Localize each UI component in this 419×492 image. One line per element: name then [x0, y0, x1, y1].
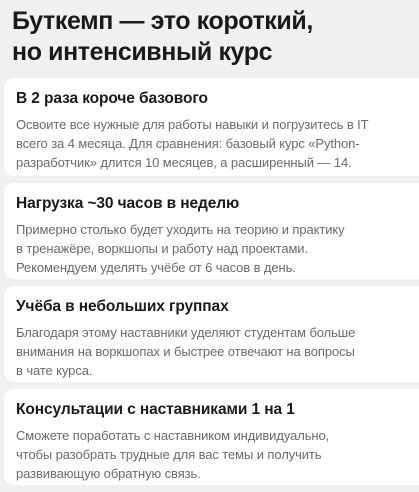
- feature-card-description: Примерно столько будет уходить на теорию…: [16, 220, 419, 277]
- feature-card-description-line: развивающую обратную связь.: [16, 466, 201, 481]
- feature-card-weekly-load: Нагрузка ~30 часов в неделю Примерно сто…: [4, 183, 419, 279]
- feature-card-description-line: Благодаря этому наставники уделяют студе…: [16, 325, 356, 340]
- feature-card-mentor-consultations: Консультации с наставниками 1 на 1 Сможе…: [4, 389, 419, 485]
- feature-card-description-line: в тренажёре, воркшопы и работу над проек…: [16, 241, 308, 256]
- feature-card-title: Учёба в небольших группах: [16, 298, 229, 315]
- feature-card-title: Консультации с наставниками 1 на 1: [16, 401, 295, 418]
- feature-card-title: В 2 раза короче базового: [16, 90, 208, 107]
- feature-card-description-line: Освоите все нужные для работы навыки и п…: [16, 117, 369, 132]
- feature-card-title: Нагрузка ~30 часов в неделю: [16, 195, 240, 212]
- feature-card-description-line: разработчик» длится 10 месяцев, а расшир…: [16, 155, 352, 170]
- feature-card-description: Сможете поработать с наставником индивид…: [16, 426, 419, 483]
- feature-card-description: Освоите все нужные для работы навыки и п…: [16, 115, 419, 172]
- feature-card-description-line: всего за 4 месяца. Для сравнения: базовы…: [16, 136, 360, 151]
- feature-card-description-line: Рекомендуем уделять учёбе от 6 часов в д…: [16, 260, 296, 275]
- feature-card-description-line: внимания на воркшопах и быстрее отвечают…: [16, 344, 355, 359]
- feature-card-small-groups: Учёба в небольших группах Благодаря этом…: [4, 286, 419, 382]
- feature-card-description-line: чтобы разобрать трудные для вас темы и п…: [16, 447, 322, 462]
- page: Буткемп — это короткий, но интенсивный к…: [0, 0, 419, 487]
- feature-card-description-line: Сможете поработать с наставником индивид…: [16, 428, 330, 443]
- page-title-line-2: но интенсивный курс: [12, 38, 273, 66]
- feature-card-shorter-course: В 2 раза короче базового Освоите все нуж…: [4, 78, 419, 176]
- feature-card-description-line: в чате курса.: [16, 363, 93, 378]
- page-title: Буткемп — это короткий, но интенсивный к…: [12, 6, 419, 68]
- feature-card-description-line: Примерно столько будет уходить на теорию…: [16, 222, 345, 237]
- feature-card-list: В 2 раза короче базового Освоите все нуж…: [4, 78, 419, 492]
- page-title-line-1: Буткемп — это короткий,: [12, 7, 313, 35]
- feature-card-description: Благодаря этому наставники уделяют студе…: [16, 323, 419, 380]
